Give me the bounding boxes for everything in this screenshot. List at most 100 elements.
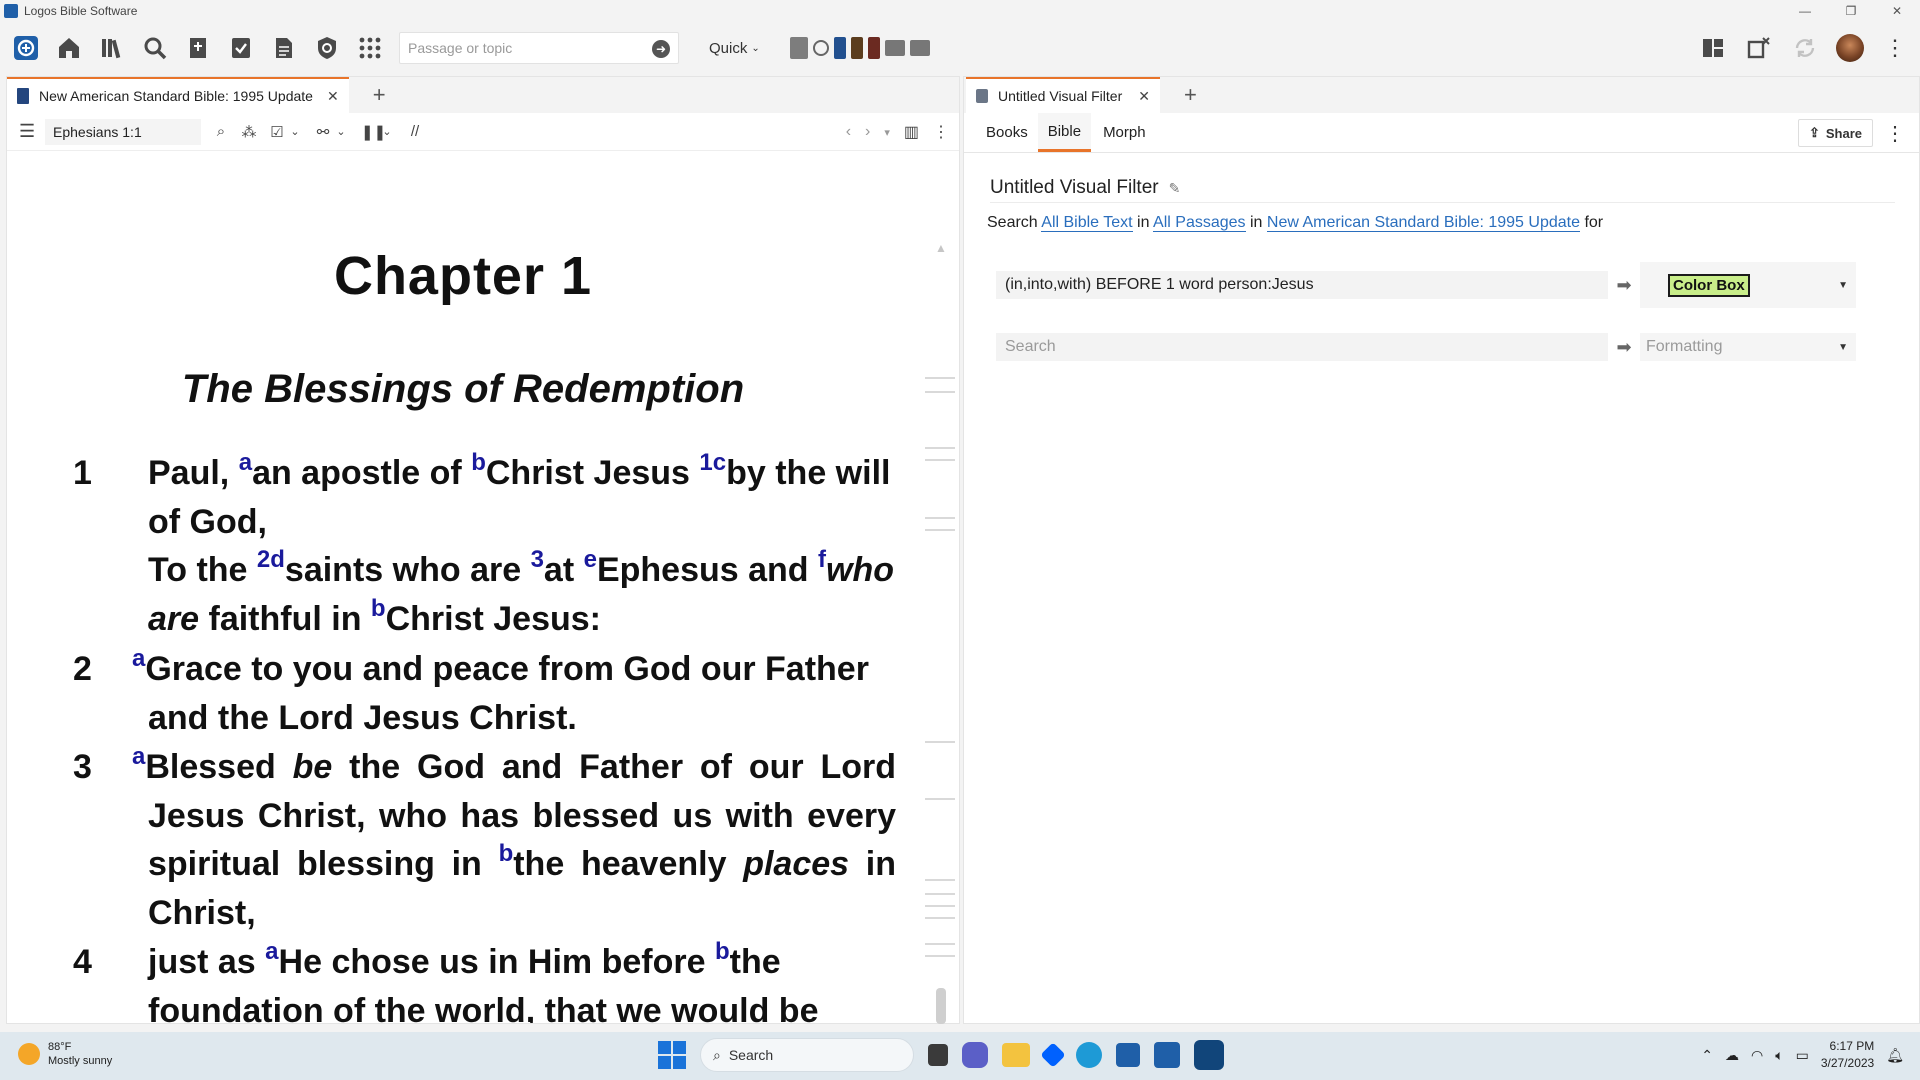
scrollbar[interactable]: ▲ ▼	[923, 153, 957, 1080]
scope-text-link[interactable]: All Bible Text	[1041, 214, 1133, 232]
search-icon[interactable]: ⌕	[213, 123, 229, 140]
add-tab-icon[interactable]: +	[373, 82, 386, 108]
teams-icon[interactable]	[962, 1042, 988, 1068]
more-options-icon[interactable]: ⋮	[1885, 121, 1905, 146]
taskbar-search-label: Search	[728, 1047, 774, 1063]
scroll-thumb[interactable]	[936, 988, 946, 1024]
history-dropdown-icon[interactable]: ▾	[884, 126, 890, 139]
morph-shortcut-icon[interactable]	[789, 37, 808, 59]
rule-query-input[interactable]: (in,into,with) BEFORE 1 word person:Jesu…	[996, 271, 1608, 299]
forward-arrow-icon[interactable]: ›	[865, 123, 870, 141]
scroll-up-icon[interactable]: ▲	[935, 241, 947, 255]
notifications-icon[interactable]: 🔔︎	[1886, 1047, 1904, 1064]
home-button[interactable]	[52, 31, 86, 65]
panel-menu-icon[interactable]: ⋮	[933, 122, 949, 142]
share-button[interactable]: ⇪ Share	[1797, 119, 1873, 147]
layouts-button[interactable]	[1696, 31, 1730, 65]
notes-button[interactable]	[267, 31, 301, 65]
add-tab-icon[interactable]: +	[1184, 82, 1197, 108]
book-shortcut-icon[interactable]	[867, 37, 880, 59]
panels-button[interactable]	[1742, 31, 1776, 65]
tools-button[interactable]	[310, 31, 344, 65]
format-select[interactable]: Color Box ▼	[1640, 262, 1856, 308]
search-button[interactable]	[138, 31, 172, 65]
chevron-up-icon[interactable]: ⌃	[1701, 1047, 1713, 1064]
divider	[990, 202, 1895, 203]
tab-morph[interactable]: Morph	[1093, 113, 1156, 152]
verse-text[interactable]: Paul, aan apostle of bChrist Jesus 1cby …	[148, 449, 896, 643]
layout-shortcut-icon[interactable]	[884, 40, 905, 56]
wifi-icon[interactable]: ◠	[1751, 1047, 1763, 1064]
verse-text[interactable]: aBlessed be the God and Father of our Lo…	[132, 743, 896, 937]
reference-box[interactable]: Ephesians 1:1	[45, 118, 201, 145]
system-tray: ⌃ ☁ ◠ 🔈︎ ▭ 6:17 PM 3/27/2023 🔔︎	[1701, 1038, 1904, 1072]
passage-search-input[interactable]	[408, 40, 638, 56]
new-rule-query-input[interactable]: Search	[996, 333, 1608, 361]
info-shortcut-icon[interactable]	[812, 40, 829, 56]
start-icon-tile	[658, 1041, 671, 1054]
documents-button[interactable]	[224, 31, 258, 65]
close-window-button[interactable]: ✕	[1874, 0, 1920, 22]
verse-text[interactable]: just as aHe chose us in Him before bthe …	[148, 938, 896, 1024]
layout-shortcut-icon[interactable]	[909, 40, 930, 56]
verse-marker	[925, 905, 955, 907]
scope-passages-link[interactable]: All Passages	[1153, 214, 1246, 232]
checklist-icon[interactable]: ☑	[269, 123, 285, 141]
people-icon[interactable]: ⁂	[241, 123, 257, 141]
search-scope-line: Search All Bible Text in All Passages in…	[987, 214, 1603, 232]
tab-bible[interactable]: Bible	[1037, 113, 1092, 152]
tab-books[interactable]: Books	[976, 113, 1038, 152]
store-icon[interactable]	[1116, 1043, 1140, 1067]
parallel-resources-icon[interactable]: ❚❚	[361, 123, 386, 141]
sync-button[interactable]	[1788, 31, 1822, 65]
battery-icon[interactable]: ▭	[1796, 1047, 1809, 1064]
logos-taskbar-icon[interactable]	[1154, 1042, 1180, 1068]
back-arrow-icon[interactable]: ‹	[846, 123, 851, 141]
file-explorer-dark-icon[interactable]	[928, 1044, 948, 1066]
dropbox-icon[interactable]	[1040, 1042, 1066, 1068]
guides-button[interactable]	[181, 31, 215, 65]
user-avatar[interactable]	[1836, 34, 1864, 62]
chevron-down-icon[interactable]: ⌄	[287, 125, 303, 138]
split-view-icon[interactable]: ▥	[904, 122, 919, 142]
hamburger-menu-icon[interactable]: ☰	[19, 121, 35, 142]
close-tab-icon[interactable]: ✕	[1138, 88, 1150, 105]
taskbar-search[interactable]: ⌕ Search	[700, 1038, 914, 1072]
restore-button[interactable]: ❐	[1828, 0, 1874, 22]
visual-filter-tab[interactable]: Untitled Visual Filter ✕	[966, 77, 1160, 113]
verse-number: 3	[73, 748, 92, 786]
file-explorer-icon[interactable]	[1002, 1043, 1030, 1067]
checklist-icon	[232, 38, 250, 58]
bible-tab[interactable]: New American Standard Bible: 1995 Update…	[7, 77, 349, 113]
close-tab-icon[interactable]: ✕	[327, 88, 339, 105]
in-word: in	[1250, 214, 1263, 231]
apps-button[interactable]	[353, 31, 387, 65]
arrow-right-icon: ➡	[1616, 274, 1632, 295]
resource-link[interactable]: New American Standard Bible: 1995 Update	[1266, 214, 1580, 232]
volume-icon[interactable]: 🔈︎	[1775, 1047, 1783, 1064]
chevron-down-icon[interactable]: ⌄	[333, 125, 349, 138]
quick-dropdown[interactable]: Quick ⌄	[709, 40, 760, 57]
onedrive-icon[interactable]: ☁	[1725, 1047, 1739, 1064]
more-options-icon[interactable]: ⋮	[1884, 37, 1906, 59]
logos-menu-button[interactable]	[9, 31, 43, 65]
edit-pencil-icon[interactable]: ✎	[1169, 180, 1181, 197]
format-placeholder: Formatting	[1646, 338, 1723, 355]
go-arrow-icon[interactable]: ➜	[652, 40, 670, 58]
teamviewer-icon[interactable]	[1194, 1040, 1224, 1070]
new-format-select[interactable]: Formatting ▼	[1640, 333, 1856, 361]
clock[interactable]: 6:17 PM 3/27/2023	[1821, 1038, 1874, 1072]
search-word: Search	[987, 214, 1038, 231]
interlinear-icon[interactable]: //	[407, 123, 423, 140]
library-button[interactable]	[95, 31, 129, 65]
chevron-down-icon[interactable]: ⌄	[379, 125, 395, 138]
edge-icon[interactable]	[1076, 1042, 1102, 1068]
windows-taskbar: 88°F Mostly sunny ⌕ Search ⌃ ☁ ◠ 🔈︎ ▭ 6:…	[0, 1032, 1920, 1080]
minimize-button[interactable]: —	[1782, 0, 1828, 22]
verse-text[interactable]: aGrace to you and peace from God our Fat…	[132, 645, 896, 742]
weather-widget[interactable]: 88°F Mostly sunny	[18, 1040, 112, 1068]
book-shortcut-icon[interactable]	[833, 37, 846, 59]
visual-filter-icon[interactable]: ⚯	[315, 123, 331, 141]
start-button[interactable]	[658, 1041, 686, 1069]
book-shortcut-icon[interactable]	[850, 37, 863, 59]
